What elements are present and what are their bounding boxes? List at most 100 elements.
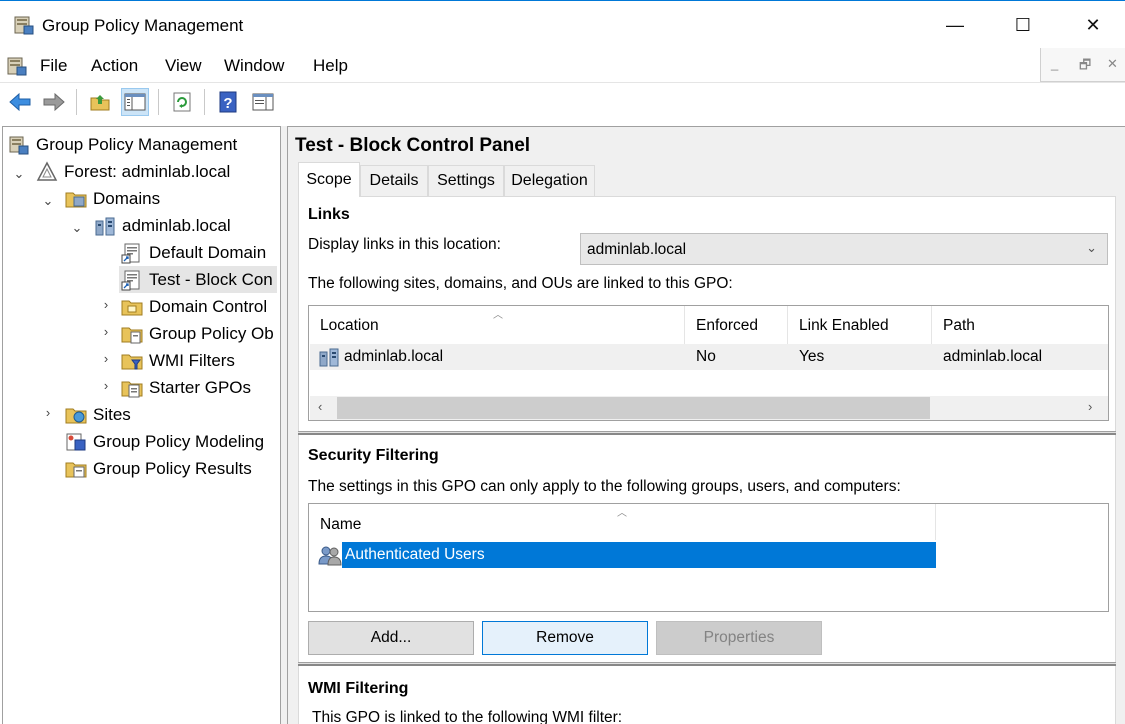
add-button[interactable]: Add... — [308, 621, 474, 655]
tree-item-forest[interactable]: Forest: adminlab.local — [36, 158, 230, 185]
tree-item-label: Starter GPOs — [149, 377, 252, 397]
tree-item-adminlab-local[interactable]: adminlab.local — [94, 212, 231, 239]
list-item[interactable]: Authenticated Users — [310, 542, 936, 568]
tab-settings[interactable]: Settings — [428, 165, 504, 196]
expand-caret-icon[interactable]: › — [98, 324, 114, 339]
scroll-right-icon[interactable]: › — [1088, 399, 1092, 414]
ou-folder-icon — [121, 300, 143, 315]
properties-button[interactable]: Properties — [656, 621, 822, 655]
mdi-window-controls: _ 🗗 ✕ — [1040, 48, 1125, 82]
tree-item-label: adminlab.local — [122, 215, 231, 235]
tree-item-domain-controllers[interactable]: Domain Control — [121, 293, 267, 320]
back-arrow-icon — [9, 92, 31, 112]
section-splitter[interactable] — [298, 662, 1116, 666]
tree-item-default-domain-policy[interactable]: Default Domain — [121, 239, 266, 266]
show-hide-console-tree-button[interactable] — [121, 88, 149, 116]
gpo-link-icon — [121, 270, 140, 290]
linked-locations-label: The following sites, domains, and OUs ar… — [308, 275, 733, 292]
tree-item-label: Group Policy Modeling — [93, 431, 265, 451]
up-folder-icon — [90, 95, 110, 111]
tree-item-group-policy-management[interactable]: Group Policy Management — [8, 131, 237, 158]
tree-item-label: Group Policy Management — [36, 134, 238, 154]
scrollbar-thumb[interactable] — [337, 397, 930, 419]
column-header-link-enabled[interactable]: Link Enabled — [788, 306, 932, 344]
minimize-button[interactable]: — — [920, 1, 990, 49]
tab-delegation[interactable]: Delegation — [504, 165, 595, 196]
tree-item-label: Sites — [93, 404, 131, 424]
close-button[interactable]: ✕ — [1058, 1, 1125, 49]
expand-caret-icon[interactable]: ⌄ — [69, 220, 85, 236]
tree-item-test-block-control-panel[interactable]: Test - Block Con — [119, 266, 277, 293]
help-button[interactable]: ? — [214, 88, 242, 116]
results-icon — [65, 462, 87, 477]
wmi-filtering-description: This GPO is linked to the following WMI … — [312, 709, 623, 724]
maximize-icon: ☐ — [1014, 14, 1032, 35]
tab-details[interactable]: Details — [360, 165, 428, 196]
gpo-details-pane: Test - Block Control Panel Scope Details… — [287, 126, 1125, 724]
links-list: Location ︿ Enforced Link Enabled Path ad… — [308, 305, 1109, 421]
starter-gpo-folder-icon — [121, 381, 143, 397]
domain-icon — [95, 217, 115, 235]
gpm-console-icon — [9, 136, 29, 154]
forward-button[interactable] — [40, 88, 68, 116]
mdi-minimize-icon[interactable]: _ — [1051, 56, 1058, 71]
security-filtering-list: Name ︿ Authenticated Users — [308, 503, 1109, 612]
tree-item-sites[interactable]: Sites — [65, 401, 131, 428]
window-title: Group Policy Management — [42, 16, 244, 35]
forest-icon — [36, 160, 58, 181]
gpm-app-icon — [14, 16, 34, 35]
tree-item-group-policy-objects[interactable]: Group Policy Ob — [121, 320, 274, 347]
maximize-button[interactable]: ☐ — [988, 1, 1058, 49]
links-heading: Links — [308, 206, 350, 223]
mdi-restore-icon[interactable]: 🗗 — [1079, 56, 1091, 78]
minimize-icon: — — [946, 14, 964, 35]
tab-scope[interactable]: Scope — [298, 162, 360, 197]
title-bar: Group Policy Management — ☐ ✕ — [0, 0, 1125, 50]
expand-caret-icon[interactable]: › — [40, 405, 56, 420]
system-menu-icon[interactable] — [5, 54, 29, 78]
tree-item-label: Default Domain — [149, 242, 267, 262]
domains-folder-icon — [65, 192, 87, 207]
tree-item-group-policy-results[interactable]: Group Policy Results — [65, 455, 252, 482]
scroll-left-icon[interactable]: ‹ — [318, 399, 322, 414]
mdi-close-icon[interactable]: ✕ — [1107, 56, 1118, 72]
tree-item-group-policy-modeling[interactable]: Group Policy Modeling — [65, 428, 264, 455]
table-row[interactable]: adminlab.local No Yes adminlab.local — [310, 344, 1108, 370]
expand-caret-icon[interactable]: › — [98, 297, 114, 312]
expand-caret-icon[interactable]: ⌄ — [40, 193, 56, 209]
tree-item-label: Test - Block Con — [149, 269, 273, 289]
tree-item-starter-gpos[interactable]: Starter GPOs — [121, 374, 251, 401]
expand-caret-icon[interactable]: ⌄ — [11, 166, 27, 182]
chevron-down-icon: ⌄ — [1086, 240, 1097, 255]
display-links-dropdown[interactable]: adminlab.local ⌄ — [580, 233, 1108, 265]
refresh-button[interactable] — [168, 88, 196, 116]
sort-indicator-icon: ︿ — [493, 310, 503, 321]
menu-file[interactable]: File — [40, 56, 67, 76]
display-links-value: adminlab.local — [587, 241, 687, 258]
show-action-pane-button[interactable] — [249, 88, 277, 116]
menu-window[interactable]: Window — [224, 56, 284, 76]
up-one-level-button[interactable] — [86, 88, 114, 116]
tree-item-domains[interactable]: Domains — [65, 185, 160, 212]
menu-action[interactable]: Action — [91, 56, 138, 76]
link-path-cell: adminlab.local — [943, 348, 1043, 365]
forward-arrow-icon — [43, 92, 65, 112]
links-horizontal-scrollbar[interactable]: ‹ › — [310, 396, 1108, 420]
menu-view[interactable]: View — [165, 56, 202, 76]
show-hide-console-tree-icon — [124, 93, 146, 111]
gpo-folder-icon — [121, 327, 143, 343]
tree-item-label: WMI Filters — [149, 350, 235, 370]
remove-button[interactable]: Remove — [482, 621, 648, 655]
section-splitter[interactable] — [298, 431, 1116, 435]
back-button[interactable] — [6, 88, 34, 116]
wmi-folder-icon — [121, 354, 143, 369]
tree-item-wmi-filters[interactable]: WMI Filters — [121, 347, 235, 374]
expand-caret-icon[interactable]: › — [98, 351, 114, 366]
link-enabled-cell: Yes — [799, 348, 825, 365]
column-header-enforced[interactable]: Enforced — [685, 306, 788, 344]
column-header-path[interactable]: Path — [932, 306, 1108, 344]
link-enforced-cell: No — [696, 348, 716, 365]
users-group-icon — [318, 546, 342, 566]
menu-help[interactable]: Help — [313, 56, 348, 76]
expand-caret-icon[interactable]: › — [98, 378, 114, 393]
